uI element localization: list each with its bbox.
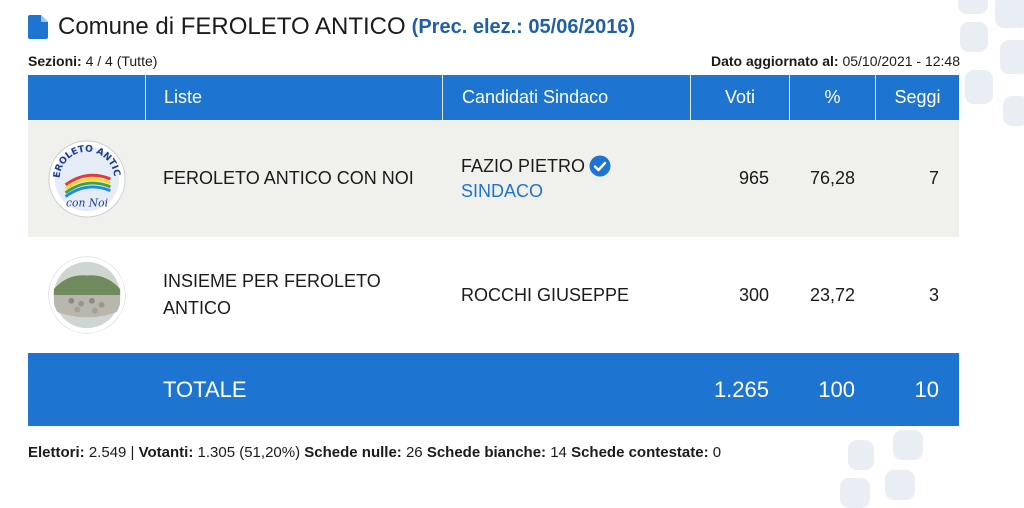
list-logo-cell <box>28 237 145 353</box>
candidate-cell: ROCCHI GIUSEPPE <box>442 237 690 353</box>
total-row: TOTALE 1.265 100 10 <box>28 353 959 426</box>
total-seats: 10 <box>914 376 939 402</box>
candidate-name: FAZIO PIETRO <box>461 155 586 176</box>
decor-square <box>893 430 923 460</box>
decor-square <box>995 0 1024 28</box>
list-name-line2: ANTICO <box>163 298 232 318</box>
blank-ballots-value: 14 <box>550 444 567 461</box>
voters-label: Votanti: <box>138 444 194 461</box>
header-candidates: Candidati Sindaco <box>442 75 690 120</box>
list-name-cell: INSIEME PER FEROLETO ANTICO <box>145 237 442 353</box>
page-title: Comune di FEROLETO ANTICO <box>58 13 406 40</box>
decor-square <box>958 0 988 14</box>
header-lists: Liste <box>145 75 442 120</box>
contested-ballots-label: Schede contestate: <box>571 444 709 461</box>
decor-square <box>1003 96 1024 126</box>
list-name: FEROLETO ANTICO CON NOI <box>163 168 414 188</box>
turnout-summary: Elettori: 2.549 | Votanti: 1.305 (51,20%… <box>28 444 721 461</box>
sections-value: 4 / 4 (Tutte) <box>85 53 158 69</box>
decor-square <box>965 70 993 104</box>
seats-cell: 7 <box>928 168 939 188</box>
contested-ballots-value: 0 <box>712 444 722 461</box>
update-info: Dato aggiornato al: 05/10/2021 - 12:48 <box>711 53 960 69</box>
table-row: INSIEME PER FEROLETO ANTICO ROCCHI GIUSE… <box>28 237 959 353</box>
meta-row: Sezioni: 4 / 4 (Tutte) Dato aggiornato a… <box>28 53 960 71</box>
electors-value: 2.549 | <box>88 444 135 461</box>
null-ballots-value: 26 <box>405 444 423 461</box>
list-name-line1: INSIEME PER FEROLETO <box>163 271 381 291</box>
voters-value: 1.305 (51,20%) <box>197 444 301 461</box>
decor-square <box>1000 40 1024 74</box>
decor-square <box>848 440 874 470</box>
page-header: Comune di FEROLETO ANTICO (Prec. elez.: … <box>28 10 635 44</box>
table-row: FEROLETO ANTICO con Noi FEROLETO ANTICO … <box>28 120 959 237</box>
header-seats: Seggi <box>875 75 959 120</box>
list-logo-cell: FEROLETO ANTICO con Noi <box>28 120 145 237</box>
sections-info: Sezioni: 4 / 4 (Tutte) <box>28 53 157 69</box>
results-table: Liste Candidati Sindaco Voti % Seggi FER… <box>28 75 959 426</box>
total-empty <box>28 353 145 426</box>
updated-label: Dato aggiornato al: <box>711 53 839 69</box>
decor-square <box>840 478 870 508</box>
candidate-name: ROCCHI GIUSEPPE <box>461 284 630 305</box>
percent-cell: 76,28 <box>809 168 855 188</box>
total-votes: 1.265 <box>713 376 769 402</box>
table-header: Liste Candidati Sindaco Voti % Seggi <box>28 75 959 120</box>
header-percent: % <box>789 75 875 120</box>
percent-cell: 23,72 <box>809 284 855 305</box>
decor-square <box>885 470 915 500</box>
candidate-line: FAZIO PIETRO <box>461 155 611 177</box>
previous-election-link[interactable]: (Prec. elez.: 05/06/2016) <box>412 16 635 39</box>
null-ballots-label: Schede nulle: <box>304 444 402 461</box>
candidate-cell: FAZIO PIETRO SINDACO <box>442 120 690 237</box>
updated-value: 05/10/2021 - 12:48 <box>842 53 960 69</box>
seats-cell: 3 <box>928 284 939 305</box>
sections-label: Sezioni: <box>28 53 82 69</box>
list-name-cell: FEROLETO ANTICO CON NOI <box>145 120 442 237</box>
list-name: INSIEME PER FEROLETO ANTICO <box>163 268 381 322</box>
header-logo <box>28 75 145 120</box>
mayor-badge: SINDACO <box>461 181 544 201</box>
blank-ballots-label: Schede bianche: <box>426 444 547 461</box>
total-label: TOTALE <box>163 376 247 402</box>
candidate-block: FAZIO PIETRO SINDACO <box>461 155 611 202</box>
total-percent: 100 <box>818 376 855 402</box>
list-logo-insieme-per-feroleto-antico <box>47 256 126 334</box>
svg-text:con Noi: con Noi <box>65 196 107 209</box>
header-votes: Voti <box>690 75 789 120</box>
votes-cell: 965 <box>738 168 769 188</box>
votes-cell: 300 <box>738 284 769 305</box>
list-logo-feroleto-antico-con-noi: FEROLETO ANTICO con Noi <box>48 140 126 218</box>
document-icon <box>28 15 48 39</box>
verified-check-icon <box>589 155 611 177</box>
electors-label: Elettori: <box>28 444 85 461</box>
decor-square <box>960 22 988 52</box>
total-candidates <box>442 353 690 426</box>
